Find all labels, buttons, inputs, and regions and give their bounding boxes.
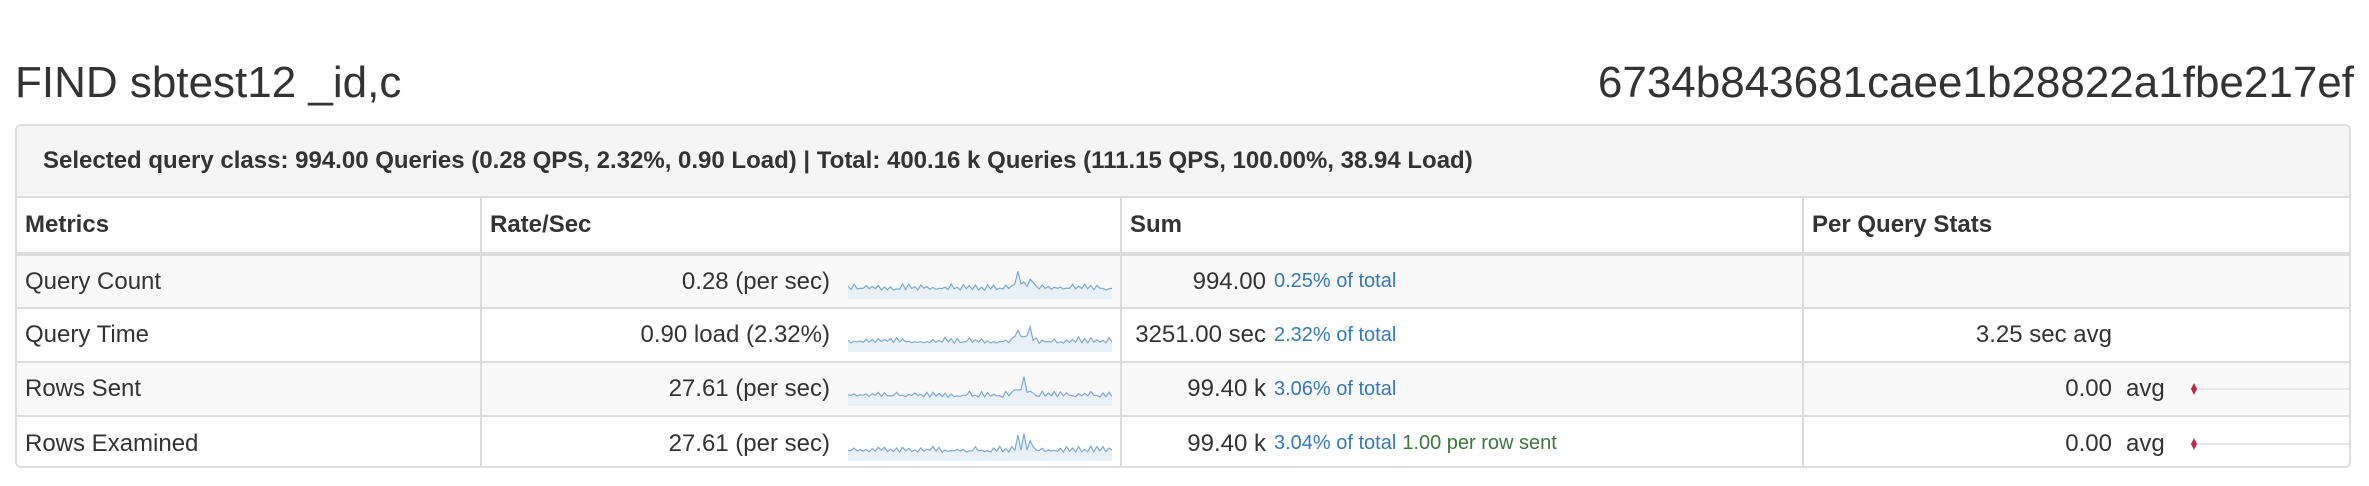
metrics-header-row: Metrics Rate/Sec Sum Per Query Stats xyxy=(17,198,2349,256)
table-row: Rows Sent 27.61 (per sec) 99.40 k 3.06% … xyxy=(17,362,2349,417)
query-heading: FIND sbtest12 _id,c 6734b843681caee1b288… xyxy=(15,50,2354,116)
header-metrics: Metrics xyxy=(17,198,482,256)
rate-cell: 0.90 load (2.32%) xyxy=(481,308,1122,363)
rate-value: 27.61 (per sec) xyxy=(668,375,830,402)
metric-name: Query Count xyxy=(17,254,482,309)
header-rate-sec: Rate/Sec xyxy=(481,198,1122,256)
sum-cell: 99.40 k 3.04% of total 1.00 per row sent xyxy=(1121,416,1804,466)
per-query-value: 0.00 xyxy=(2065,429,2112,457)
per-query-value: 3.25 sec avg xyxy=(1975,321,2112,348)
per-query-cell: 0.00 avg xyxy=(1803,416,2349,466)
diamond-marker-icon[interactable] xyxy=(2190,379,2349,399)
percent-of-total: 3.04% of total xyxy=(1274,432,1397,454)
table-row: Rows Examined 27.61 (per sec) 99.40 k 3.… xyxy=(17,416,2349,466)
per-query-cell: 0.00 avg xyxy=(1803,362,2349,417)
query-metrics-panel: Selected query class: 994.00 Queries (0.… xyxy=(15,124,2351,468)
sum-value: 99.40 k xyxy=(1187,429,1266,457)
diamond-marker-icon[interactable] xyxy=(2190,434,2349,454)
per-query-label: avg xyxy=(2126,375,2165,402)
metric-name: Rows Examined xyxy=(17,416,482,466)
metrics-table: Metrics Rate/Sec Sum Per Query Stats Que… xyxy=(17,198,2349,466)
per-query-value: 0.00 xyxy=(2065,375,2112,402)
per-row-sent: 1.00 per row sent xyxy=(1402,432,1557,454)
query-fingerprint-title: FIND sbtest12 _id,c xyxy=(15,58,402,107)
per-query-cell: 3.25 sec avg xyxy=(1803,308,2349,363)
rate-value: 27.61 (per sec) xyxy=(668,429,830,457)
sum-cell: 99.40 k 3.06% of total xyxy=(1121,362,1804,417)
query-profile-page: FIND sbtest12 _id,c 6734b843681caee1b288… xyxy=(0,0,2369,486)
per-query-cell xyxy=(1803,254,2349,309)
sparkline-chart-icon[interactable] xyxy=(848,318,1112,352)
rate-cell: 27.61 (per sec) xyxy=(481,416,1122,466)
sum-value: 994.00 xyxy=(1192,267,1266,295)
percent-of-total: 3.06% of total xyxy=(1274,377,1397,400)
percent-of-total: 0.25% of total xyxy=(1274,270,1397,292)
sum-cell: 3251.00 sec 2.32% of total xyxy=(1121,308,1804,363)
rate-cell: 27.61 (per sec) xyxy=(481,362,1122,417)
sum-value: 99.40 k xyxy=(1187,375,1266,402)
query-checksum: 6734b843681caee1b28822a1fbe217ef xyxy=(1597,58,2354,107)
table-row: Query Count 0.28 (per sec) 994.00 0.25% … xyxy=(17,254,2349,309)
rate-value: 0.28 (per sec) xyxy=(681,267,830,295)
sparkline-chart-icon[interactable] xyxy=(848,265,1112,299)
percent-of-total: 2.32% of total xyxy=(1274,323,1397,346)
header-per-query-stats: Per Query Stats xyxy=(1803,198,2349,256)
metric-name: Rows Sent xyxy=(17,362,482,417)
rate-cell: 0.28 (per sec) xyxy=(481,254,1122,309)
sparkline-line xyxy=(848,376,1112,399)
rate-value: 0.90 load (2.32%) xyxy=(640,321,830,348)
sparkline-chart-icon[interactable] xyxy=(848,427,1112,461)
sparkline-chart-icon[interactable] xyxy=(848,372,1112,406)
header-sum: Sum xyxy=(1121,198,1804,256)
sparkline-area xyxy=(848,376,1112,406)
per-query-label: avg xyxy=(2126,429,2165,457)
table-row: Query Time 0.90 load (2.32%) 3251.00 sec… xyxy=(17,308,2349,363)
metric-name: Query Time xyxy=(17,308,482,363)
sum-value: 3251.00 sec xyxy=(1135,321,1266,348)
query-summary-header: Selected query class: 994.00 Queries (0.… xyxy=(17,126,2349,198)
sum-cell: 994.00 0.25% of total xyxy=(1121,254,1804,309)
